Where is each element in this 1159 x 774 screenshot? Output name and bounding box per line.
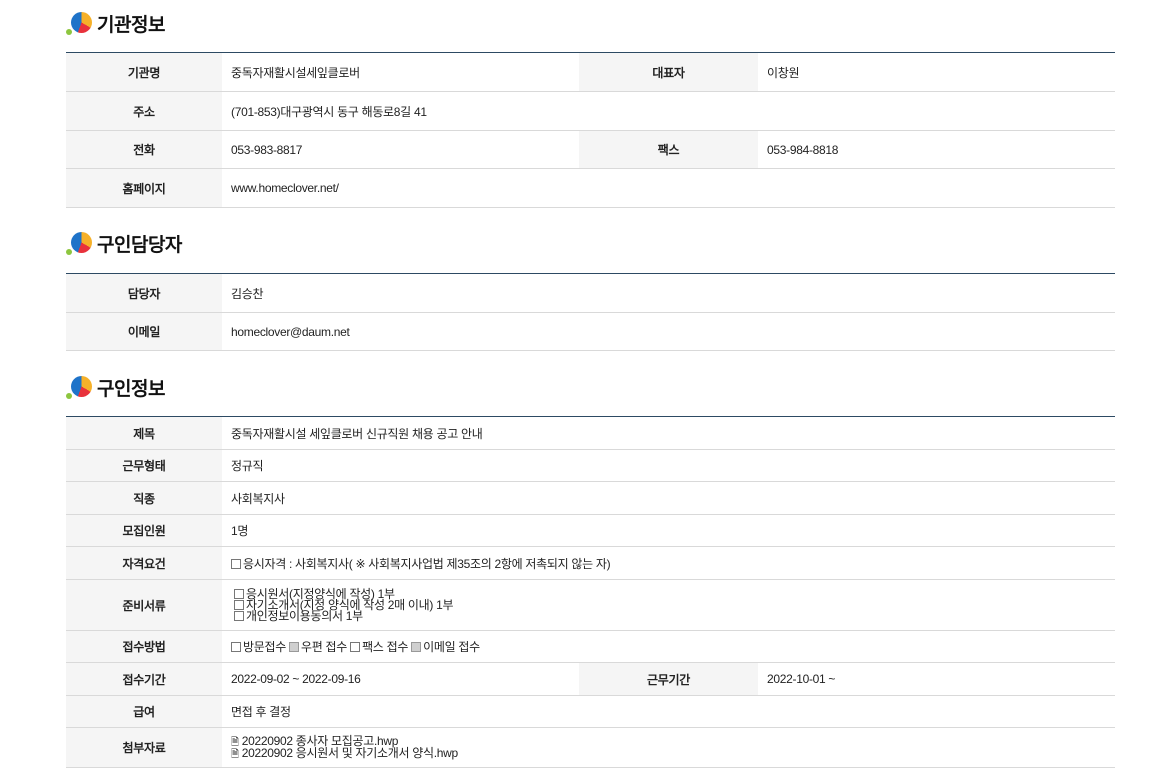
homepage-label: 홈페이지 [66,168,222,208]
table-row: 모집인원 1명 [66,514,1116,547]
work-period-value: 2022-10-01 ~ [758,662,1116,696]
job-title-value: 중독자재활시설 세잎클로버 신규직원 채용 공고 안내 [222,416,1116,450]
method-value: 방문접수 우편 접수 팩스 접수 이메일 접수 [222,630,1116,663]
checkbox-icon [234,588,245,599]
rep-label: 대표자 [579,52,758,92]
work-period-label: 근무기간 [579,662,758,696]
address-label: 주소 [66,91,222,131]
period-value: 2022-09-02 ~ 2022-09-16 [222,662,579,696]
clover-logo-icon [66,229,94,257]
qualification-value: 응시자격 : 사회복지사( ※ 사회복지사업법 제35조의 2항에 저촉되지 않… [222,546,1116,580]
fax-value: 053-984-8818 [758,130,1115,169]
list-item: 개인정보이용동의서 1부 [231,610,1106,622]
table-row: 첨부자료 🗎 20220902 종사자 모집공고.hwp 🗎 20220902 응시… [66,727,1116,768]
occupation-value: 사회복지사 [222,481,1116,515]
work-type-value: 정규직 [222,449,1116,482]
agency-name-value: 중독자재활시설세잎클로버 [222,52,579,92]
documents-label: 준비서류 [66,579,222,631]
checkbox-icon [234,599,245,610]
table-row: 전화 053-983-8817 팩스 053-984-8818 [66,130,1115,169]
table-row: 기관명 중독자재활시설세잎클로버 대표자 이창원 [66,52,1115,92]
table-row: 제목 중독자재활시설 세잎클로버 신규직원 채용 공고 안내 [66,416,1116,450]
attachment-link[interactable]: 🗎 20220902 응시원서 및 자기소개서 양식.hwp [231,747,1106,760]
work-type-label: 근무형태 [66,449,222,482]
person-label: 담당자 [66,273,222,313]
section-heading: 기관정보 [97,14,165,36]
checkbox-icon [350,642,361,652]
section-heading: 구인담당자 [97,234,182,256]
checkbox-icon [231,558,241,569]
agency-info-table: 기관명 중독자재활시설세잎클로버 대표자 이창원 주소 (701-853)대구광… [66,52,1115,208]
method-visit: 방문접수 [243,640,286,654]
checkbox-checked-icon [289,642,300,652]
address-value: (701-853)대구광역시 동구 해동로8길 41 [222,91,1115,131]
qualification-label: 자격요건 [66,546,222,580]
clover-logo-icon [66,9,94,37]
count-value: 1명 [222,514,1116,547]
job-title-label: 제목 [66,416,222,450]
method-email: 이메일 접수 [423,640,480,654]
section-title-agency: 기관정보 [66,8,165,38]
attachments-value: 🗎 20220902 종사자 모집공고.hwp 🗎 20220902 응시원서 및 … [222,727,1116,768]
period-label: 접수기간 [66,662,222,696]
clover-logo-icon [66,373,94,401]
person-value: 김승찬 [222,273,1115,313]
rep-value: 이창원 [758,52,1115,92]
table-row: 급여 면접 후 결정 [66,695,1116,728]
email-link[interactable]: homeclover@daum.net [222,312,1115,351]
method-mail: 우편 접수 [301,640,348,654]
documents-value: 응시원서(지정양식에 작성) 1부 자기소개서(지정 양식에 작성 2매 이내)… [222,579,1116,631]
checkbox-icon [234,610,245,621]
homepage-link[interactable]: www.homeclover.net/ [222,168,1115,208]
section-title-job: 구인정보 [66,372,165,402]
table-row: 근무형태 정규직 [66,449,1116,482]
file-icon: 🗎 [231,736,239,748]
phone-value: 053-983-8817 [222,130,579,169]
checkbox-icon [231,642,241,652]
job-info-table: 제목 중독자재활시설 세잎클로버 신규직원 채용 공고 안내 근무형태 정규직 … [66,416,1116,768]
contact-info-table: 담당자 김승찬 이메일 homeclover@daum.net [66,273,1115,351]
method-fax: 팩스 접수 [362,640,409,654]
table-row: 직종 사회복지사 [66,481,1116,515]
method-label: 접수방법 [66,630,222,663]
section-heading: 구인정보 [97,378,165,400]
table-row: 접수방법 방문접수 우편 접수 팩스 접수 이메일 접수 [66,630,1116,663]
salary-label: 급여 [66,695,222,728]
table-row: 홈페이지 www.homeclover.net/ [66,168,1115,208]
fax-label: 팩스 [579,130,758,169]
table-row: 담당자 김승찬 [66,273,1115,313]
agency-name-label: 기관명 [66,52,222,92]
checkbox-checked-icon [411,642,422,652]
count-label: 모집인원 [66,514,222,547]
email-label: 이메일 [66,312,222,351]
table-row: 주소 (701-853)대구광역시 동구 해동로8길 41 [66,91,1115,131]
table-row: 자격요건 응시자격 : 사회복지사( ※ 사회복지사업법 제35조의 2항에 저… [66,546,1116,580]
table-row: 이메일 homeclover@daum.net [66,312,1115,351]
table-row: 접수기간 2022-09-02 ~ 2022-09-16 근무기간 2022-1… [66,662,1116,696]
qualification-text: 응시자격 : 사회복지사( ※ 사회복지사업법 제35조의 2항에 저촉되지 않… [243,556,611,571]
file-icon: 🗎 [231,748,239,760]
salary-value: 면접 후 결정 [222,695,1116,728]
section-title-contact: 구인담당자 [66,228,182,258]
phone-label: 전화 [66,130,222,169]
occupation-label: 직종 [66,481,222,515]
attachments-label: 첨부자료 [66,727,222,768]
table-row: 준비서류 응시원서(지정양식에 작성) 1부 자기소개서(지정 양식에 작성 2… [66,579,1116,631]
